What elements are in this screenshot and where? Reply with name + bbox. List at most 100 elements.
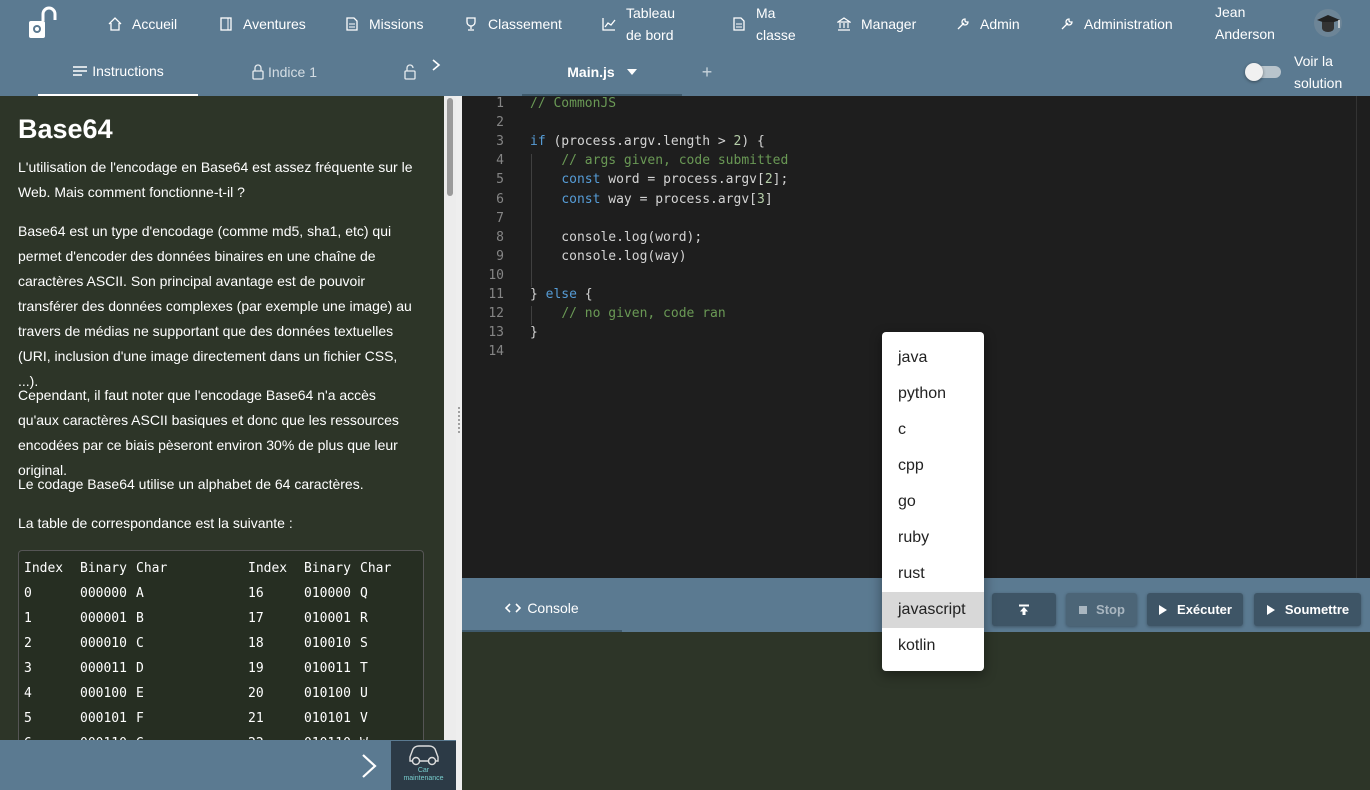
wrench-icon	[956, 17, 970, 31]
tab-hint-2[interactable]	[400, 48, 420, 96]
table-cell: C	[136, 636, 144, 651]
table-cell: 000101	[80, 711, 127, 726]
line-number: 4	[496, 153, 504, 169]
tab-console[interactable]: Console	[462, 586, 622, 632]
nav-missions[interactable]: Missions	[345, 0, 423, 48]
tab-hint-1[interactable]: Indice 1	[234, 48, 334, 96]
chart-line-icon	[602, 17, 616, 31]
solution-toggle-label: Voir la solution	[1294, 50, 1342, 94]
language-option-java[interactable]: java	[882, 340, 984, 376]
table-cell: S	[360, 636, 368, 651]
language-option-cpp[interactable]: cpp	[882, 448, 984, 484]
nav-tableau-de-bord[interactable]: Tableau de bord	[602, 0, 675, 48]
table-header: Char	[136, 561, 168, 576]
splitter-grip[interactable]	[457, 406, 461, 434]
language-option-rust[interactable]: rust	[882, 556, 984, 592]
code-line: console.log(word);	[530, 229, 703, 245]
stop-icon	[1079, 605, 1088, 614]
table-header: Char	[360, 561, 392, 576]
instructions-paragraph-4: Le codage Base64 utilise un alphabet de …	[18, 476, 364, 492]
chevron-right-icon	[431, 58, 441, 74]
card-label-line1: Car	[417, 767, 430, 774]
nav-administration[interactable]: Administration	[1060, 0, 1173, 48]
solution-toggle[interactable]	[1245, 63, 1283, 81]
upload-button[interactable]	[992, 593, 1056, 626]
nav-accueil[interactable]: Accueil	[108, 0, 177, 48]
editor-scrollbar[interactable]	[1356, 96, 1370, 578]
tabs-scroll-right[interactable]	[426, 42, 446, 90]
table-cell: 17	[248, 611, 264, 626]
tab-instructions-label: Instructions	[92, 63, 164, 79]
line-number: 12	[488, 306, 504, 322]
table-cell: 4	[24, 686, 32, 701]
table-cell: 000000	[80, 586, 127, 601]
table-cell: 21	[248, 711, 264, 726]
submit-button[interactable]: Soumettre	[1254, 593, 1361, 626]
nav-admin-label: Admin	[980, 16, 1020, 32]
code-line: // CommonJS	[530, 96, 617, 111]
tabs-bar	[0, 48, 1370, 96]
code-brackets-icon	[505, 602, 522, 614]
nav-manager-label: Manager	[861, 16, 917, 32]
instructions-scrollbar[interactable]	[444, 96, 456, 740]
code-line: if (process.argv.length > 2) {	[530, 134, 765, 150]
table-cell: T	[360, 661, 368, 676]
nav-aventures-label: Aventures	[243, 16, 306, 32]
nav-aventures[interactable]: Aventures	[219, 0, 306, 48]
next-arrow-button[interactable]	[358, 752, 380, 780]
language-option-ruby[interactable]: ruby	[882, 520, 984, 556]
scrollbar-thumb[interactable]	[447, 98, 453, 196]
table-cell: B	[136, 611, 144, 626]
run-button[interactable]: Exécuter	[1147, 593, 1243, 626]
language-option-python[interactable]: python	[882, 376, 984, 412]
car-maintenance-card[interactable]: Car maintenance	[391, 741, 456, 790]
nav-accueil-label: Accueil	[132, 16, 178, 32]
user-name[interactable]: Jean Anderson	[1215, 1, 1275, 45]
table-cell: 010011	[304, 661, 351, 676]
table-cell: 16	[248, 586, 264, 601]
submit-label: Soumettre	[1284, 602, 1350, 617]
user-first-name: Jean	[1215, 4, 1246, 20]
nav-admin[interactable]: Admin	[956, 0, 1020, 48]
nav-ma-classe[interactable]: Ma classe	[732, 0, 796, 48]
trophy-icon	[464, 17, 478, 31]
table-cell: 010100	[304, 686, 351, 701]
tab-instructions[interactable]: Instructions	[38, 48, 198, 96]
table-cell: 000010	[80, 636, 127, 651]
table-cell: 000100	[80, 686, 127, 701]
unlock-logo-icon[interactable]	[26, 6, 60, 40]
line-number: 2	[496, 115, 504, 131]
table-cell: 5	[24, 711, 32, 726]
table-cell: 18	[248, 636, 264, 651]
line-number: 13	[488, 325, 504, 341]
table-cell: D	[136, 661, 144, 676]
bank-icon	[837, 17, 851, 31]
language-option-kotlin[interactable]: kotlin	[882, 628, 984, 664]
language-option-javascript[interactable]: javascript	[882, 592, 984, 628]
nav-manager[interactable]: Manager	[837, 0, 916, 48]
add-file-icon: +	[701, 61, 713, 82]
run-label: Exécuter	[1177, 602, 1232, 617]
avatar[interactable]	[1313, 8, 1343, 38]
stop-button[interactable]: Stop	[1066, 593, 1137, 626]
file-tab-label: Main.js	[567, 64, 615, 80]
nav-classement[interactable]: Classement	[464, 0, 562, 48]
language-option-c[interactable]: c	[882, 412, 984, 448]
file-tab-main-js[interactable]: Main.js	[522, 48, 682, 96]
code-line: }	[530, 325, 538, 341]
toggle-label-line2: solution	[1294, 75, 1343, 91]
language-option-go[interactable]: go	[882, 484, 984, 520]
code-line: } else {	[530, 287, 593, 302]
table-cell: 010000	[304, 586, 351, 601]
instructions-paragraph-3: Cependant, il faut noter que l'encodage …	[18, 387, 399, 478]
toggle-knob	[1245, 63, 1263, 81]
table-header: Index	[24, 561, 64, 576]
nav-classement-label: Classement	[488, 16, 562, 32]
table-cell: 010101	[304, 711, 351, 726]
language-menu: java python c cpp go ruby rust javascript kotlin	[882, 332, 984, 671]
add-file-button[interactable]: +	[697, 48, 717, 96]
nav-tableau-line2: de bord	[626, 27, 674, 43]
table-cell: 20	[248, 686, 264, 701]
tab-hint-1-label: Indice 1	[267, 64, 318, 80]
caret-down-icon[interactable]	[626, 69, 637, 75]
